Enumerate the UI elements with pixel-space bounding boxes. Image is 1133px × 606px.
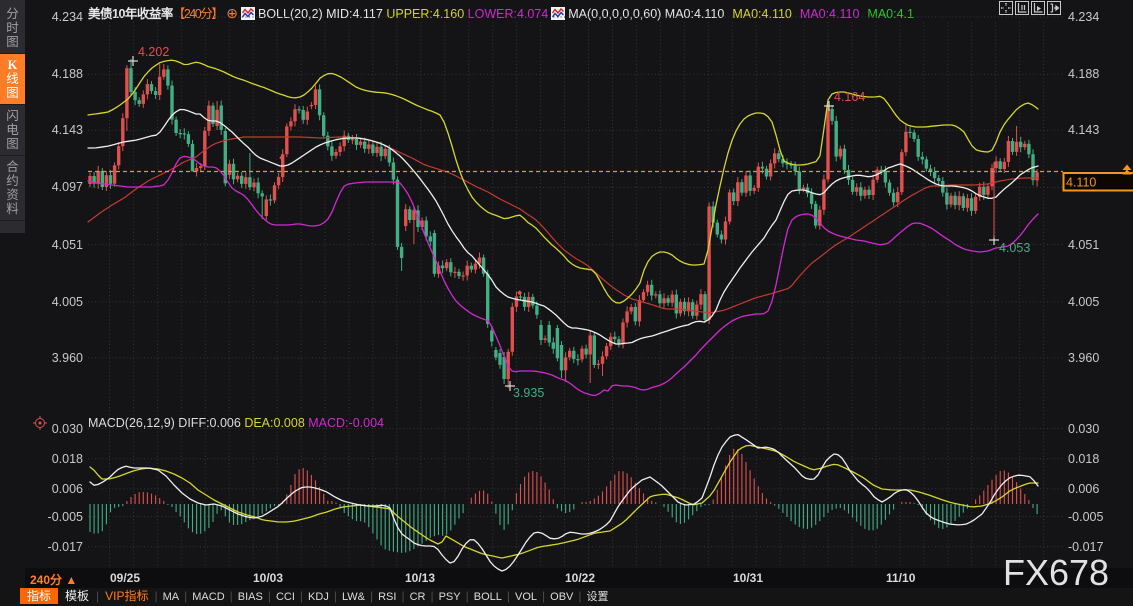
svg-text:4.143: 4.143: [1068, 123, 1099, 137]
svg-text:4.234: 4.234: [1068, 10, 1099, 24]
svg-text:0.006: 0.006: [52, 482, 83, 496]
svg-text:4.164: 4.164: [834, 90, 865, 104]
svg-text:-0.005: -0.005: [1068, 510, 1103, 524]
svg-text:0.006: 0.006: [1068, 482, 1099, 496]
svg-text:4.110: 4.110: [1066, 176, 1096, 190]
svg-text:4.097: 4.097: [52, 180, 83, 194]
svg-text:MACD(26,12,9) DIFF:0.006 DEA:0: MACD(26,12,9) DIFF:0.006 DEA:0.008 MACD:…: [88, 416, 384, 430]
svg-text:4.051: 4.051: [1068, 238, 1099, 252]
svg-text:3.960: 3.960: [1068, 351, 1099, 365]
svg-text:0.018: 0.018: [1068, 452, 1099, 466]
svg-text:0.030: 0.030: [52, 422, 83, 436]
svg-text:-0.017: -0.017: [48, 540, 83, 554]
svg-text:0.030: 0.030: [1068, 422, 1099, 436]
svg-text:4.188: 4.188: [1068, 67, 1099, 81]
svg-text:4.143: 4.143: [52, 123, 83, 137]
svg-text:4.051: 4.051: [52, 238, 83, 252]
svg-text:0.018: 0.018: [52, 452, 83, 466]
svg-text:4.005: 4.005: [52, 295, 83, 309]
svg-text:4.053: 4.053: [999, 241, 1030, 255]
svg-text:4.005: 4.005: [1068, 295, 1099, 309]
svg-text:4.188: 4.188: [52, 67, 83, 81]
svg-text:-0.005: -0.005: [48, 510, 83, 524]
svg-text:4.234: 4.234: [52, 10, 83, 24]
svg-text:3.960: 3.960: [52, 351, 83, 365]
svg-text:3.935: 3.935: [513, 386, 544, 400]
svg-text:4.202: 4.202: [138, 45, 169, 59]
